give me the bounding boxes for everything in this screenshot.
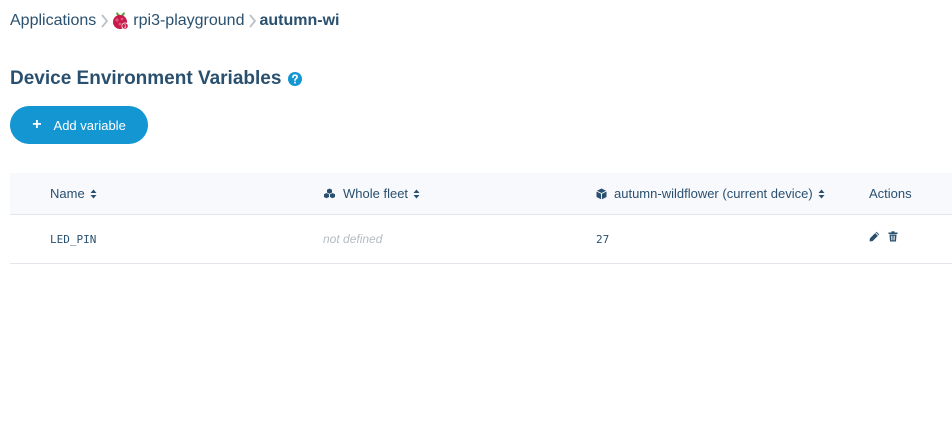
breadcrumb-device[interactable]: autumn-wi (259, 12, 339, 30)
column-header-name[interactable]: Name (50, 173, 97, 214)
raspberry-pi-icon: 3 (111, 11, 130, 31)
help-icon[interactable] (288, 72, 303, 86)
sort-icon (818, 189, 825, 199)
breadcrumb: Applications 3 rpi3-playground autumn-wi (10, 9, 355, 33)
fleet-icon (323, 188, 336, 199)
table-header: Name Whole fleet autumn-wildflower (curr… (10, 173, 952, 215)
page-title: Device Environment Variables (10, 68, 282, 89)
env-vars-table: Name Whole fleet autumn-wildflower (curr… (10, 173, 952, 264)
row-actions (869, 212, 906, 260)
column-header-actions-label: Actions (869, 186, 912, 201)
fleet-value-cell: not defined (323, 232, 383, 246)
chevron-right-icon (248, 14, 257, 28)
variable-name-cell: LED_PIN (50, 232, 97, 246)
sort-icon (90, 189, 97, 199)
chevron-right-icon (100, 14, 109, 28)
column-header-name-label: Name (50, 186, 85, 201)
breadcrumb-app[interactable]: rpi3-playground (133, 12, 244, 30)
breadcrumb-applications[interactable]: Applications (10, 12, 96, 30)
svg-text:3: 3 (124, 24, 127, 30)
page-header: Device Environment Variables (10, 68, 303, 90)
trash-icon[interactable] (888, 230, 898, 242)
sort-icon (413, 189, 420, 199)
device-value-cell: 27 (596, 232, 610, 246)
column-header-fleet-label: Whole fleet (343, 186, 409, 201)
table-row: LED_PIN not defined 27 (10, 215, 952, 264)
column-header-device[interactable]: autumn-wildflower (current device) (596, 173, 825, 214)
device-cube-icon (596, 188, 607, 200)
plus-icon: + (32, 116, 42, 133)
column-header-fleet[interactable]: Whole fleet (323, 173, 420, 214)
pencil-icon[interactable] (869, 231, 880, 242)
column-header-actions: Actions (869, 173, 912, 214)
add-variable-label: Add variable (53, 117, 126, 133)
add-variable-button[interactable]: + Add variable (10, 106, 148, 144)
column-header-device-label: autumn-wildflower (current device) (614, 186, 813, 201)
